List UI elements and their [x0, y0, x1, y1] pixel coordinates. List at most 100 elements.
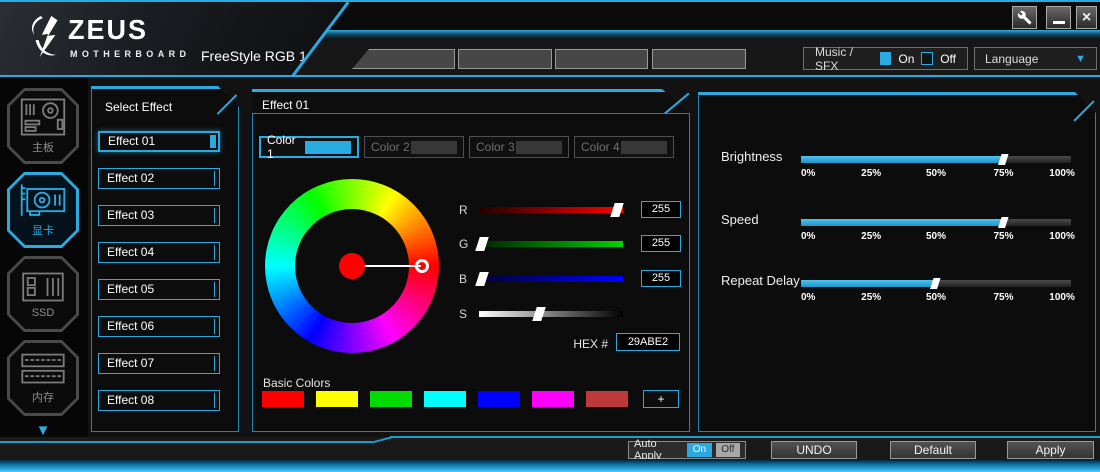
basic-color-swatch-5[interactable]: [478, 391, 520, 407]
color-tab-1[interactable]: Color 1: [259, 136, 359, 158]
auto-apply-group: Auto Apply On Off: [628, 441, 746, 459]
select-effect-panel: Select Effect Effect 01 Effect 02 Effect…: [91, 86, 239, 432]
music-sfx-off-checkbox[interactable]: [921, 52, 933, 65]
brightness-label: Brightness: [721, 149, 782, 164]
basic-color-swatch-6[interactable]: [532, 391, 574, 407]
effect-button-02[interactable]: Effect 02: [98, 168, 220, 189]
brand-tagline: MOTHERBOARD: [70, 49, 190, 59]
sidebar-item-motherboard[interactable]: 主板: [7, 88, 79, 164]
slider-label-s: S: [459, 307, 467, 321]
color-wheel-marker[interactable]: [415, 259, 429, 273]
header-divider: [0, 75, 1100, 77]
effect-button-08[interactable]: Effect 08: [98, 390, 220, 411]
red-value-field[interactable]: 255: [641, 201, 681, 218]
music-sfx-off-label: Off: [940, 52, 956, 66]
undo-button[interactable]: UNDO: [771, 441, 857, 459]
header-tab-slot-1[interactable]: [352, 49, 455, 69]
hex-input[interactable]: 29ABE2: [616, 333, 680, 351]
basic-color-swatch-1[interactable]: [262, 391, 304, 407]
green-slider-track[interactable]: [479, 241, 623, 247]
basic-color-swatch-7[interactable]: [586, 391, 628, 407]
basic-color-swatch-3[interactable]: [370, 391, 412, 407]
header-tab-slot-3[interactable]: [555, 49, 648, 69]
header-tab-slot-2[interactable]: [458, 49, 552, 69]
ram-icon: [19, 351, 67, 387]
add-color-button[interactable]: +: [643, 390, 679, 408]
sidebar-item-ssd[interactable]: SSD: [7, 256, 79, 332]
bottom-glow: [0, 459, 1100, 472]
speed-slider-fill: [801, 219, 1004, 226]
red-slider-handle[interactable]: [610, 203, 624, 217]
settings-panel: Brightness 0%25%50%75%100% Speed 0%25%50…: [698, 92, 1096, 432]
color-tab-swatch: [305, 141, 351, 154]
music-sfx-label: Music / SFX: [815, 45, 873, 73]
saturation-slider-track[interactable]: [479, 311, 623, 317]
basic-color-swatch-2[interactable]: [316, 391, 358, 407]
music-sfx-on-checkbox[interactable]: [880, 52, 892, 65]
effect-button-07[interactable]: Effect 07: [98, 353, 220, 374]
brightness-slider-fill: [801, 156, 1004, 163]
device-sidebar: 主板 显卡 SSD: [0, 77, 88, 437]
basic-color-swatch-4[interactable]: [424, 391, 466, 407]
music-sfx-group: Music / SFX On Off: [803, 47, 968, 70]
effect-button-04[interactable]: Effect 04: [98, 242, 220, 263]
brand-name: ZEUS: [68, 15, 148, 47]
sidebar-item-ram[interactable]: 内存: [7, 340, 79, 416]
minimize-button[interactable]: [1046, 6, 1071, 29]
brightness-tick-labels: 0%25%50%75%100%: [801, 168, 1071, 180]
sidebar-item-label: 内存: [32, 389, 54, 405]
settings-button[interactable]: [1012, 6, 1037, 29]
red-slider-track[interactable]: [479, 207, 623, 213]
color-wheel-pointer-line: [361, 265, 421, 267]
speed-slider-track[interactable]: [801, 219, 1071, 226]
ssd-icon: [20, 269, 66, 305]
auto-apply-off-button[interactable]: Off: [716, 443, 740, 457]
basic-colors-label: Basic Colors: [263, 376, 330, 390]
sidebar-item-label: SSD: [32, 307, 55, 319]
minimize-icon: [1053, 21, 1065, 24]
effect-button-05[interactable]: Effect 05: [98, 279, 220, 300]
blue-slider-track[interactable]: [479, 276, 623, 282]
color-tab-4[interactable]: Color 4: [574, 136, 674, 158]
select-effect-title: Select Effect: [105, 100, 172, 114]
header-tab-slot-4[interactable]: [652, 49, 746, 69]
footer-divider-right: [390, 436, 1100, 438]
wrench-icon: [1017, 10, 1032, 25]
effect-editor-header: Effect 01: [252, 89, 690, 113]
blue-value-field[interactable]: 255: [641, 270, 681, 287]
brightness-slider-track[interactable]: [801, 156, 1071, 163]
repeat-delay-slider-fill: [801, 280, 936, 287]
repeat-delay-label: Repeat Delay: [721, 273, 800, 288]
hex-label: HEX #: [543, 337, 608, 351]
effect-editor-title: Effect 01: [262, 98, 309, 112]
color-tab-2[interactable]: Color 2: [364, 136, 464, 158]
repeat-delay-tick-labels: 0%25%50%75%100%: [801, 292, 1071, 304]
auto-apply-on-button[interactable]: On: [687, 443, 711, 457]
sidebar-item-label: 显卡: [32, 222, 54, 238]
color-wheel[interactable]: [265, 179, 439, 353]
saturation-slider-handle[interactable]: [533, 307, 547, 321]
zeus-bolt-icon: [28, 15, 62, 61]
brand-panel: ZEUS MOTHERBOARD FreeStyle RGB 1.0: [0, 2, 350, 75]
color-tab-swatch: [411, 141, 457, 154]
language-label: Language: [985, 52, 1038, 66]
footer-divider-left: [0, 441, 372, 443]
color-tab-swatch: [621, 141, 667, 154]
default-button[interactable]: Default: [890, 441, 976, 459]
apply-button[interactable]: Apply: [1007, 441, 1094, 459]
sidebar-item-gpu[interactable]: 显卡: [7, 172, 79, 248]
close-button[interactable]: ×: [1076, 6, 1097, 29]
gpu-icon: [18, 182, 68, 220]
repeat-delay-slider-track[interactable]: [801, 280, 1071, 287]
green-slider-handle[interactable]: [475, 237, 489, 251]
music-sfx-on-label: On: [898, 52, 914, 66]
effect-button-06[interactable]: Effect 06: [98, 316, 220, 337]
effect-button-03[interactable]: Effect 03: [98, 205, 220, 226]
blue-slider-handle[interactable]: [475, 272, 489, 286]
green-value-field[interactable]: 255: [641, 235, 681, 252]
language-dropdown[interactable]: Language ▼: [974, 47, 1097, 70]
effect-button-01[interactable]: Effect 01: [98, 131, 220, 152]
color-tab-3[interactable]: Color 3: [469, 136, 569, 158]
chevron-down-icon: ▼: [1075, 53, 1086, 65]
motherboard-icon: [19, 97, 67, 137]
